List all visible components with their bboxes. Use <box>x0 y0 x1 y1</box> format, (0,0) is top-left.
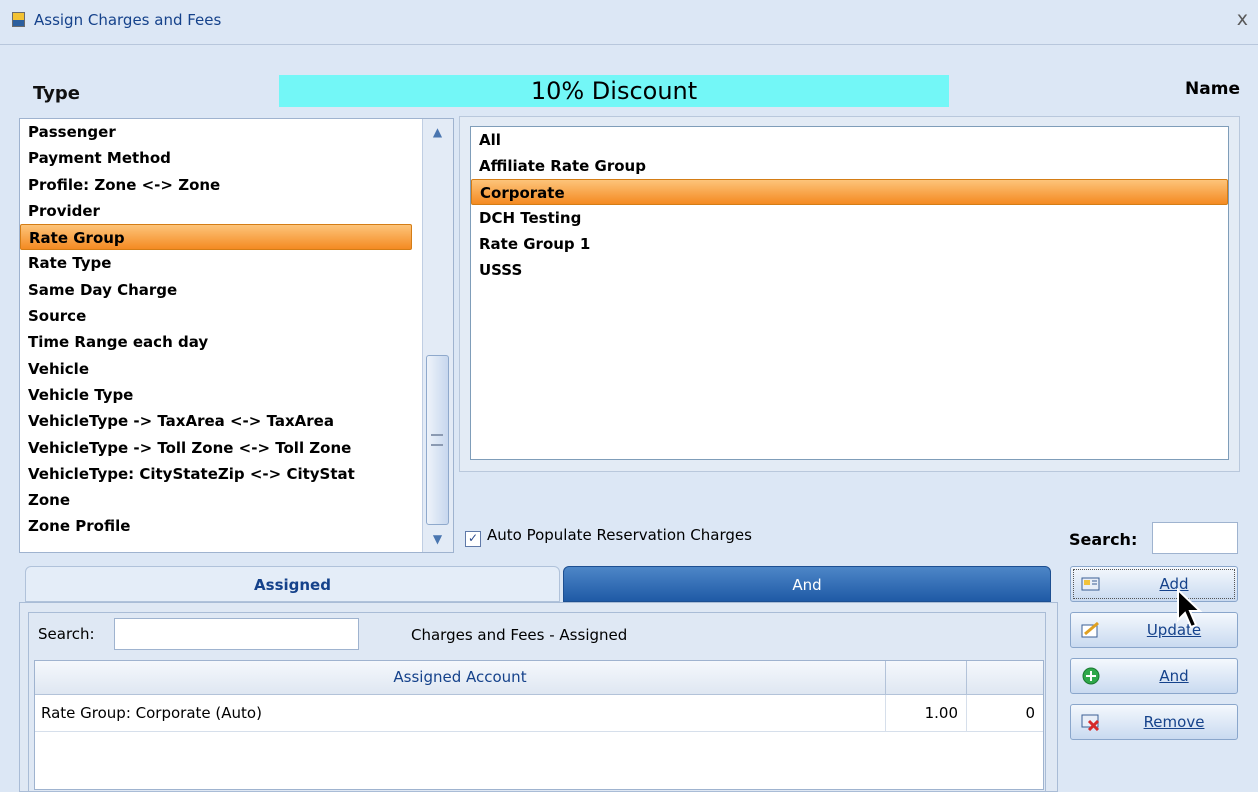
type-item[interactable]: Same Day Charge <box>20 277 412 303</box>
cell-account: Rate Group: Corporate (Auto) <box>35 695 886 731</box>
type-list[interactable]: Passenger Payment Method Profile: Zone <… <box>19 118 454 553</box>
app-icon <box>12 12 25 27</box>
table-row[interactable]: Rate Group: Corporate (Auto) 1.00 0 <box>35 695 1043 732</box>
column-header-assigned-account[interactable]: Assigned Account <box>35 661 886 694</box>
scroll-down-icon[interactable]: ▼ <box>426 528 449 550</box>
type-item[interactable]: Vehicle Type <box>20 382 412 408</box>
close-icon[interactable]: x <box>1237 8 1248 30</box>
auto-populate-label: Auto Populate Reservation Charges <box>487 526 752 544</box>
type-item[interactable]: Vehicle <box>20 356 412 382</box>
scroll-up-icon[interactable]: ▲ <box>426 121 449 143</box>
type-item[interactable]: VehicleType -> TaxArea <-> TaxArea <box>20 408 412 434</box>
title-bar: Assign Charges and Fees x <box>0 0 1258 45</box>
column-header-count[interactable] <box>967 661 1045 694</box>
add-button[interactable]: Add <box>1070 566 1238 602</box>
mouse-cursor-icon <box>1177 588 1203 629</box>
type-list-scrollbar[interactable]: ▲ ▼ <box>422 119 453 552</box>
search-input[interactable] <box>1152 522 1238 554</box>
and-button[interactable]: And <box>1070 658 1238 694</box>
type-item[interactable]: Time Range each day <box>20 329 412 355</box>
tab-assigned[interactable]: Assigned <box>25 566 560 602</box>
and-button-label: And <box>1159 667 1189 685</box>
grip-icon <box>431 434 443 446</box>
checkbox-checked-icon[interactable]: ✓ <box>465 531 481 547</box>
grid-header: Assigned Account <box>35 661 1043 695</box>
assigned-panel-title: Charges and Fees - Assigned <box>411 626 628 644</box>
type-item[interactable]: Rate Type <box>20 250 412 276</box>
type-item[interactable]: Payment Method <box>20 145 412 171</box>
charge-name-banner: 10% Discount <box>279 75 949 107</box>
name-item[interactable]: Rate Group 1 <box>471 231 1228 257</box>
window-title: Assign Charges and Fees <box>34 11 222 29</box>
update-button-label: Update <box>1146 621 1202 639</box>
type-item[interactable]: Zone Profile <box>20 513 412 539</box>
type-item[interactable]: Source <box>20 303 412 329</box>
column-header-amount[interactable] <box>886 661 967 694</box>
assigned-search-label: Search: <box>38 625 95 643</box>
type-item[interactable]: Passenger <box>20 119 412 145</box>
assigned-grid[interactable]: Assigned Account Rate Group: Corporate (… <box>34 660 1044 790</box>
name-item[interactable]: Affiliate Rate Group <box>471 153 1228 179</box>
name-item[interactable]: USSS <box>471 257 1228 283</box>
assigned-search-input[interactable] <box>114 618 359 650</box>
name-list[interactable]: All Affiliate Rate Group Corporate DCH T… <box>470 126 1229 460</box>
scroll-thumb[interactable] <box>426 355 449 525</box>
type-item-selected[interactable]: Rate Group <box>20 224 412 251</box>
search-label: Search: <box>1069 530 1138 549</box>
type-label: Type <box>33 83 80 104</box>
remove-button-label: Remove <box>1143 713 1205 731</box>
type-item[interactable]: Provider <box>20 198 412 224</box>
name-label: Name <box>1185 79 1240 99</box>
name-item[interactable]: DCH Testing <box>471 205 1228 231</box>
type-item[interactable]: VehicleType -> Toll Zone <-> Toll Zone <box>20 435 412 461</box>
type-item[interactable]: VehicleType: CityStateZip <-> CityStat <box>20 461 412 487</box>
update-button[interactable]: Update <box>1070 612 1238 648</box>
remove-button[interactable]: Remove <box>1070 704 1238 740</box>
type-item[interactable]: Profile: Zone <-> Zone <box>20 172 412 198</box>
name-item[interactable]: All <box>471 127 1228 153</box>
add-button-label: Add <box>1159 575 1189 593</box>
auto-populate-checkbox[interactable]: ✓ Auto Populate Reservation Charges <box>465 526 752 547</box>
cell-amount: 1.00 <box>886 695 967 731</box>
cell-count: 0 <box>1025 704 1035 722</box>
name-item-selected[interactable]: Corporate <box>471 179 1228 205</box>
type-item[interactable]: Zone <box>20 487 412 513</box>
tab-and[interactable]: And <box>563 566 1051 602</box>
name-panel: All Affiliate Rate Group Corporate DCH T… <box>459 116 1240 472</box>
